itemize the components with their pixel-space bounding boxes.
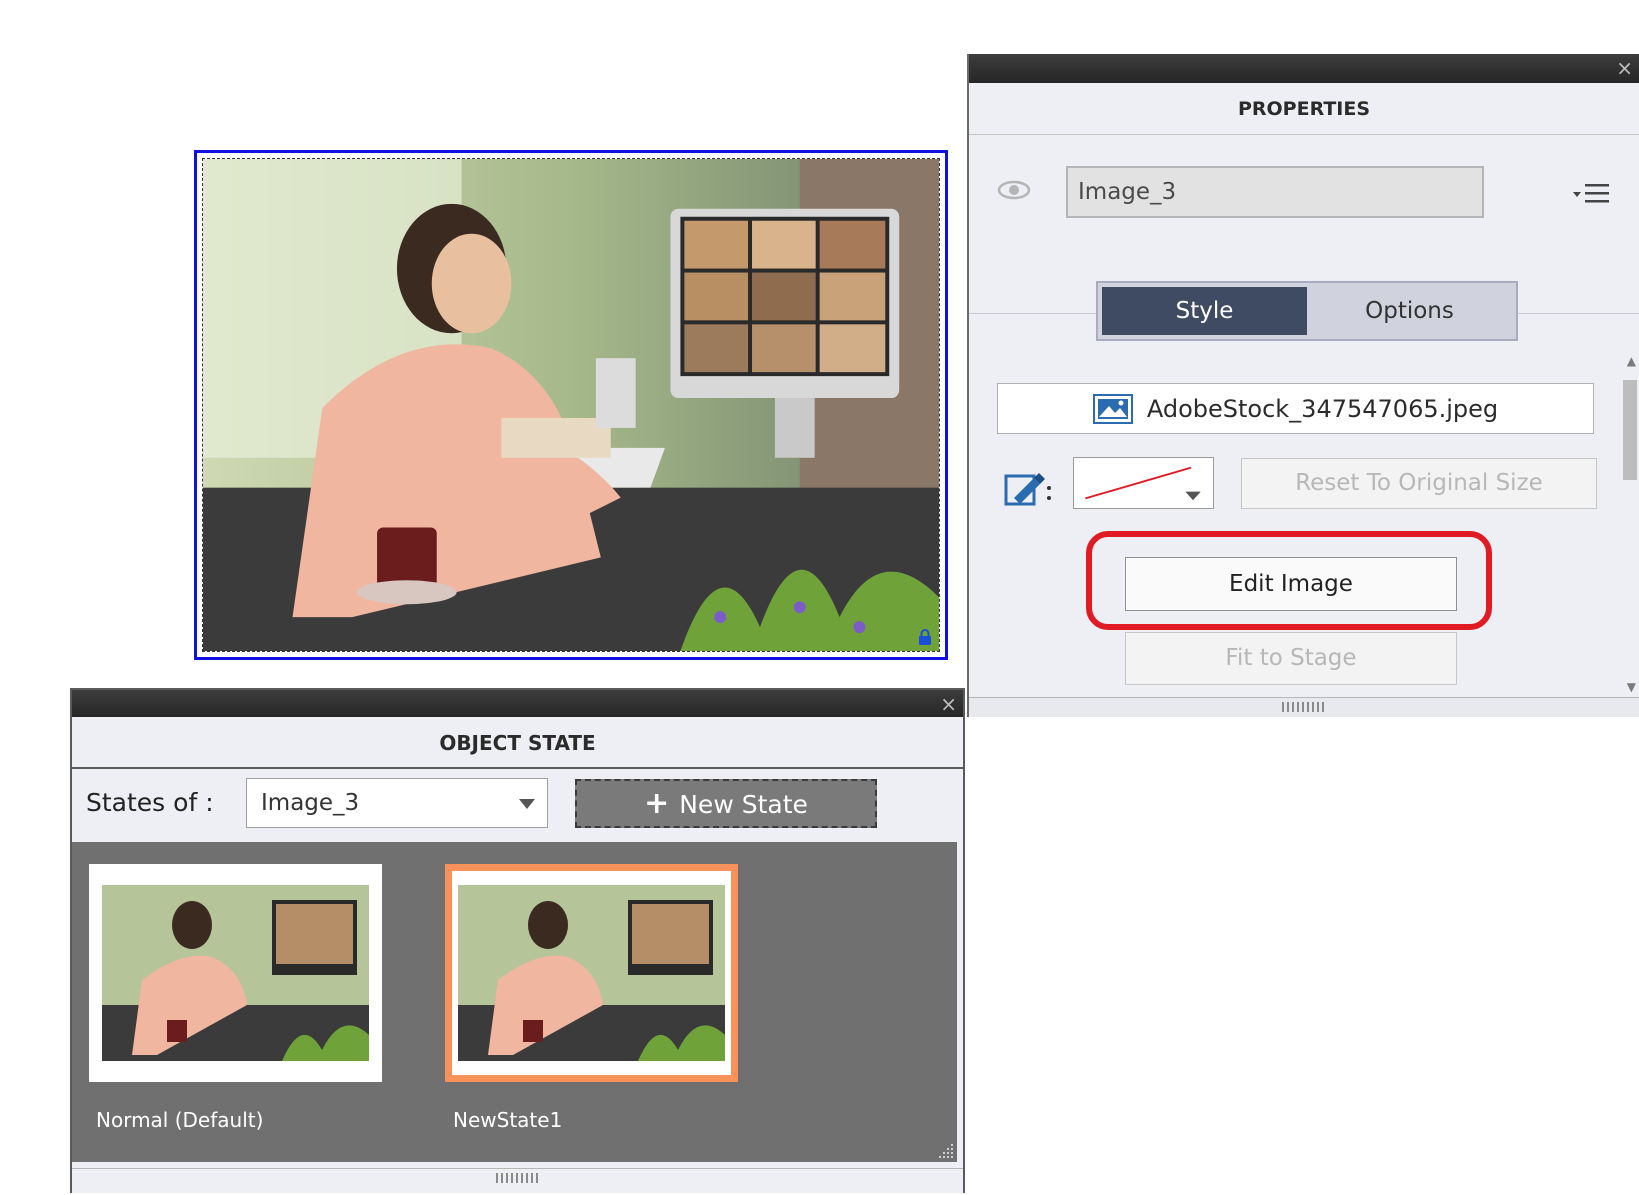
stage-image-selection[interactable] [194,150,948,660]
no-color-swatch [1085,466,1201,501]
office-photo [203,159,939,651]
object-state-title: OBJECT STATE [72,717,963,769]
grip-icon [1282,702,1326,712]
lock-icon [919,629,931,645]
chevron-down-icon [519,799,535,809]
new-state-button[interactable]: + New State [575,779,877,828]
object-name-field[interactable]: Image_3 [1066,166,1484,218]
states-of-label: States of : [86,788,214,817]
states-of-dropdown[interactable]: Image_3 [246,778,548,828]
tab-options[interactable]: Options [1307,287,1512,335]
image-file-button[interactable]: AdobeStock_347547065.jpeg [997,383,1594,434]
object-state-titlebar[interactable]: × [72,690,963,717]
new-state-label: New State [679,790,808,819]
edit-image-button[interactable]: Edit Image [1125,557,1457,611]
stage-image[interactable] [202,158,940,652]
object-state-panel: × OBJECT STATE States of : Image_3 + New … [70,688,965,1193]
image-file-icon [1092,393,1133,424]
state-preview-image [458,885,725,1061]
state-label-newstate1: NewState1 [453,1108,563,1132]
fit-to-stage-button[interactable]: Fit to Stage [1125,632,1457,685]
states-of-value: Image_3 [261,790,360,816]
properties-tabs: Style Options [1096,281,1518,341]
grip-icon [495,1173,540,1183]
state-thumbnail-newstate1[interactable] [445,864,738,1082]
eye-icon[interactable] [997,180,1031,200]
state-label-normal: Normal (Default) [96,1108,264,1132]
plus-icon: + [644,786,670,821]
states-list: Normal (Default) NewState1 [72,842,957,1162]
close-icon[interactable]: × [940,694,957,714]
resize-grip-icon[interactable] [933,1138,955,1160]
state-thumbnail-normal[interactable] [89,864,382,1082]
tab-style[interactable]: Style [1102,287,1307,335]
properties-title: PROPERTIES [969,83,1639,135]
state-preview-image [102,885,369,1061]
scrollbar-thumb[interactable] [1623,380,1637,480]
panel-menu-icon[interactable] [1571,180,1611,208]
reset-original-size-button[interactable]: Reset To Original Size [1241,458,1597,509]
close-icon[interactable]: × [1616,58,1633,78]
scroll-down-arrow[interactable]: ▼ [1627,680,1636,694]
properties-titlebar[interactable]: × [969,54,1639,83]
scroll-up-arrow[interactable]: ▲ [1627,354,1636,368]
image-file-name: AdobeStock_347547065.jpeg [1146,394,1499,423]
properties-resize-bar[interactable] [969,697,1639,717]
stroke-color-picker[interactable] [1073,457,1214,509]
object-state-resize-bar[interactable] [72,1168,963,1195]
eyedropper-icon[interactable] [1004,468,1052,508]
properties-panel: × PROPERTIES Image_3 Style Options Adobe… [967,54,1639,717]
